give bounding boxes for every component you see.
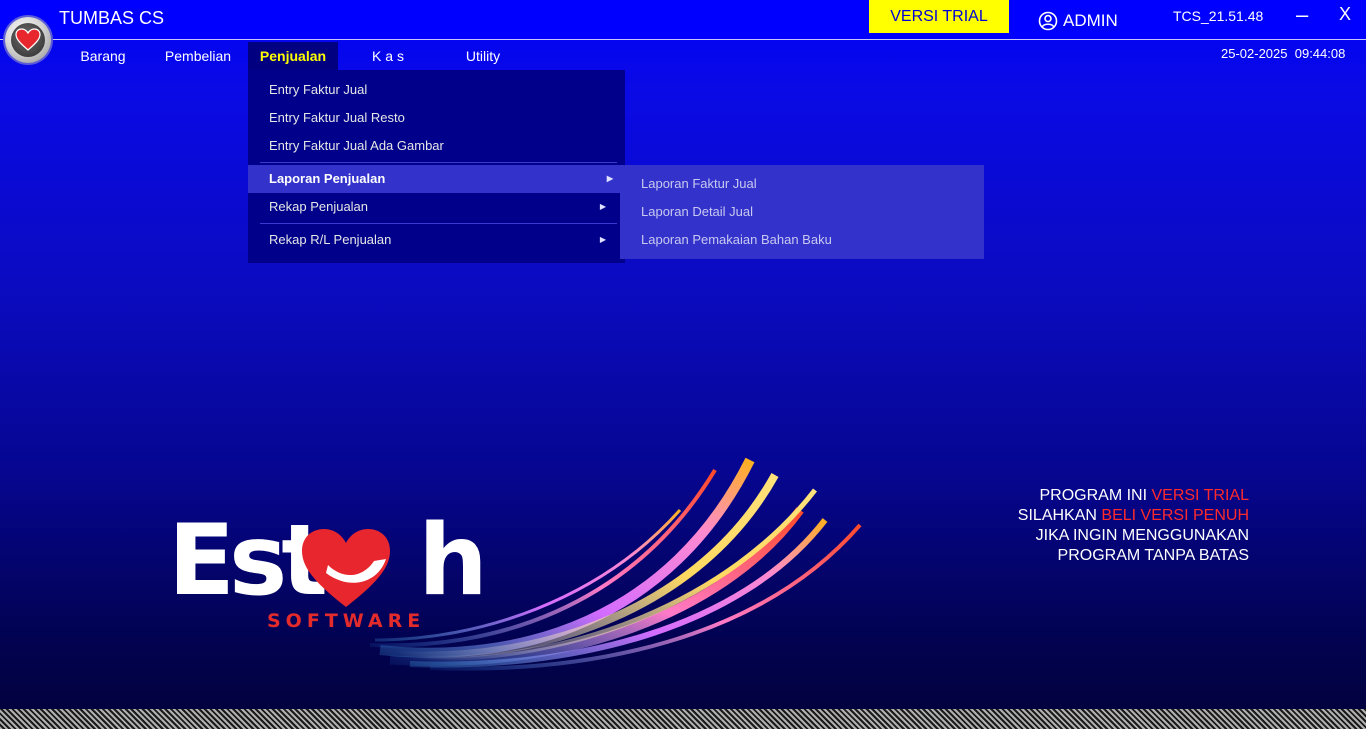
dropdown-item-laporan-penjualan[interactable]: Laporan Penjualan ▶ bbox=[248, 165, 625, 193]
submenu-arrow-icon: ▶ bbox=[599, 235, 606, 244]
notice-link-buy-full[interactable]: BELI VERSI PENUH bbox=[1101, 507, 1249, 524]
datetime-display: 25-02-2025 09:44:08 bbox=[1221, 46, 1345, 61]
time-text: 09:44:08 bbox=[1294, 46, 1346, 61]
close-button[interactable]: X bbox=[1339, 4, 1351, 25]
app-heart-logo-icon[interactable] bbox=[5, 17, 51, 63]
submenu-item-laporan-detail-jual[interactable]: Laporan Detail Jual bbox=[620, 198, 984, 226]
dropdown-item-label: Rekap R/L Penjualan bbox=[269, 232, 392, 247]
submenu-arrow-icon: ▶ bbox=[599, 202, 606, 211]
notice-text: PROGRAM INI bbox=[1039, 487, 1152, 504]
dropdown-item-entry-faktur-jual-ada-gambar[interactable]: Entry Faktur Jual Ada Gambar bbox=[248, 132, 618, 160]
dropdown-item-entry-faktur-jual-resto[interactable]: Entry Faktur Jual Resto bbox=[248, 104, 618, 132]
notice-highlight-trial: VERSI TRIAL bbox=[1151, 487, 1249, 504]
submenu-item-laporan-pemakaian-bahan-baku[interactable]: Laporan Pemakaian Bahan Baku bbox=[620, 226, 984, 254]
app-version: TCS_21.51.48 bbox=[1173, 8, 1264, 24]
menu-pembelian[interactable]: Pembelian bbox=[156, 42, 240, 70]
penjualan-dropdown: Entry Faktur Jual Entry Faktur Jual Rest… bbox=[248, 70, 625, 263]
submenu-arrow-icon: ▶ bbox=[606, 174, 613, 183]
notice-line-1: PROGRAM INI VERSI TRIAL bbox=[1018, 486, 1249, 506]
user-name: ADMIN bbox=[1063, 11, 1118, 30]
dropdown-item-label: Laporan Penjualan bbox=[269, 171, 386, 186]
menu-penjualan[interactable]: Penjualan bbox=[248, 42, 338, 70]
menu-utility[interactable]: Utility bbox=[448, 42, 518, 70]
laporan-penjualan-submenu: Laporan Faktur Jual Laporan Detail Jual … bbox=[620, 165, 984, 259]
dropdown-item-rekap-rl-penjualan[interactable]: Rekap R/L Penjualan ▶ bbox=[248, 226, 618, 254]
user-circle-icon bbox=[1038, 11, 1058, 31]
dropdown-divider bbox=[260, 162, 617, 163]
trial-notice: PROGRAM INI VERSI TRIAL SILAHKAN BELI VE… bbox=[1018, 486, 1249, 566]
dropdown-divider bbox=[260, 223, 617, 224]
estoh-software-logo: Est h SOFTWARE bbox=[160, 440, 880, 680]
date-text: 25-02-2025 bbox=[1221, 46, 1288, 61]
notice-line-4: PROGRAM TANPA BATAS bbox=[1057, 547, 1249, 564]
brand-subtitle: SOFTWARE bbox=[267, 610, 426, 632]
menu-bar: Barang Pembelian Penjualan K a s Utility bbox=[0, 40, 1366, 70]
notice-text: SILAHKAN bbox=[1017, 507, 1102, 524]
dropdown-item-entry-faktur-jual[interactable]: Entry Faktur Jual bbox=[248, 76, 618, 104]
bottom-status-strip bbox=[0, 709, 1366, 729]
submenu-item-laporan-faktur-jual[interactable]: Laporan Faktur Jual bbox=[620, 170, 984, 198]
trial-badge[interactable]: VERSI TRIAL bbox=[869, 0, 1009, 33]
minimize-button[interactable]: – bbox=[1296, 2, 1308, 28]
menu-kas[interactable]: K a s bbox=[355, 42, 421, 70]
notice-line-2: SILAHKAN BELI VERSI PENUH bbox=[1018, 506, 1249, 526]
app-title: TUMBAS CS bbox=[59, 8, 165, 28]
title-bar: TUMBAS CS VERSI TRIAL ADMIN TCS_21.51.48… bbox=[0, 0, 1366, 40]
dropdown-item-label: Rekap Penjualan bbox=[269, 199, 369, 214]
notice-line-3: JIKA INGIN MENGGUNAKAN bbox=[1035, 527, 1249, 544]
menu-barang[interactable]: Barang bbox=[68, 42, 138, 70]
user-indicator[interactable]: ADMIN bbox=[1038, 11, 1118, 31]
brand-heart-icon bbox=[302, 529, 390, 607]
dropdown-item-rekap-penjualan[interactable]: Rekap Penjualan ▶ bbox=[248, 193, 618, 221]
brand-name-right: h bbox=[418, 504, 488, 618]
